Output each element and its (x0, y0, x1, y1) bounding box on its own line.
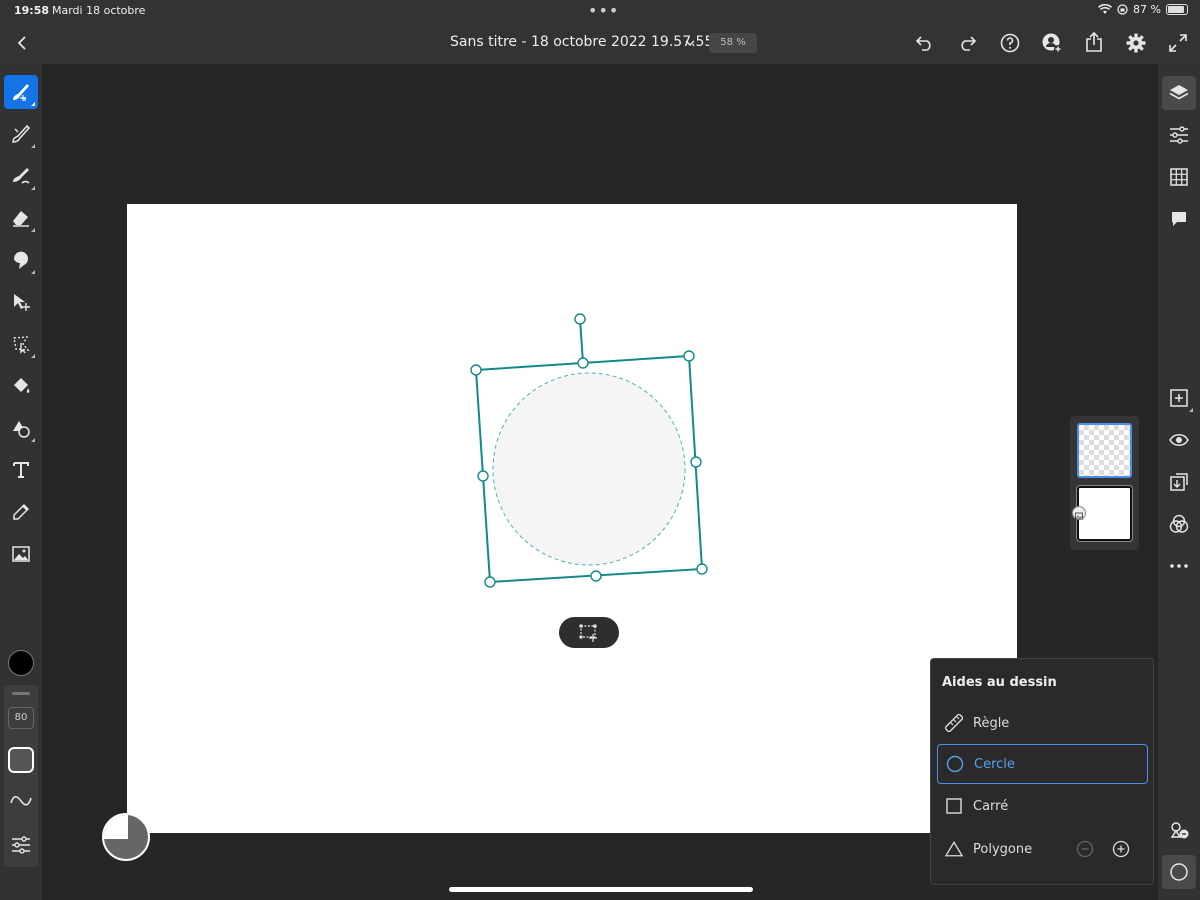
polygon-increase-icon[interactable] (1112, 840, 1130, 858)
aid-square[interactable]: Carré (937, 786, 1148, 826)
aid-ruler[interactable]: Règle (937, 703, 1148, 743)
aid-circle[interactable]: Cercle (937, 744, 1148, 784)
free-transform-icon (579, 624, 597, 642)
transform-toggle-button[interactable] (559, 617, 619, 648)
touch-modifier-button[interactable] (102, 813, 150, 861)
handle-top-left (470, 364, 482, 376)
background-layer-badge-icon (1072, 506, 1086, 520)
aid-label: Cercle (974, 756, 1015, 772)
polygon-decrease-icon[interactable] (1076, 840, 1094, 858)
handle-bottom-middle (590, 570, 602, 582)
aid-label: Polygone (973, 841, 1033, 857)
triangle-icon (945, 840, 963, 858)
circle-guide[interactable] (492, 372, 686, 566)
handle-bottom-left (484, 576, 496, 588)
aid-label: Carré (973, 798, 1009, 814)
handle-middle-left (477, 470, 489, 482)
drawing-aids-popup: Aides au dessin Règle Cercle Carré Polyg… (930, 658, 1154, 885)
handle-top-middle (577, 357, 589, 369)
home-indicator[interactable] (449, 887, 753, 892)
rotate-handle (574, 313, 586, 325)
aid-label: Règle (973, 715, 1010, 731)
layer-thumbnail-transparent[interactable] (1077, 423, 1132, 478)
handle-middle-right (690, 456, 702, 468)
layers-panel (1070, 416, 1139, 550)
handle-bottom-right (696, 563, 708, 575)
popup-title: Aides au dessin (942, 675, 1057, 690)
handle-top-right (683, 350, 695, 362)
circle-icon (946, 755, 964, 773)
square-icon (945, 797, 963, 815)
ruler-icon (945, 714, 963, 732)
